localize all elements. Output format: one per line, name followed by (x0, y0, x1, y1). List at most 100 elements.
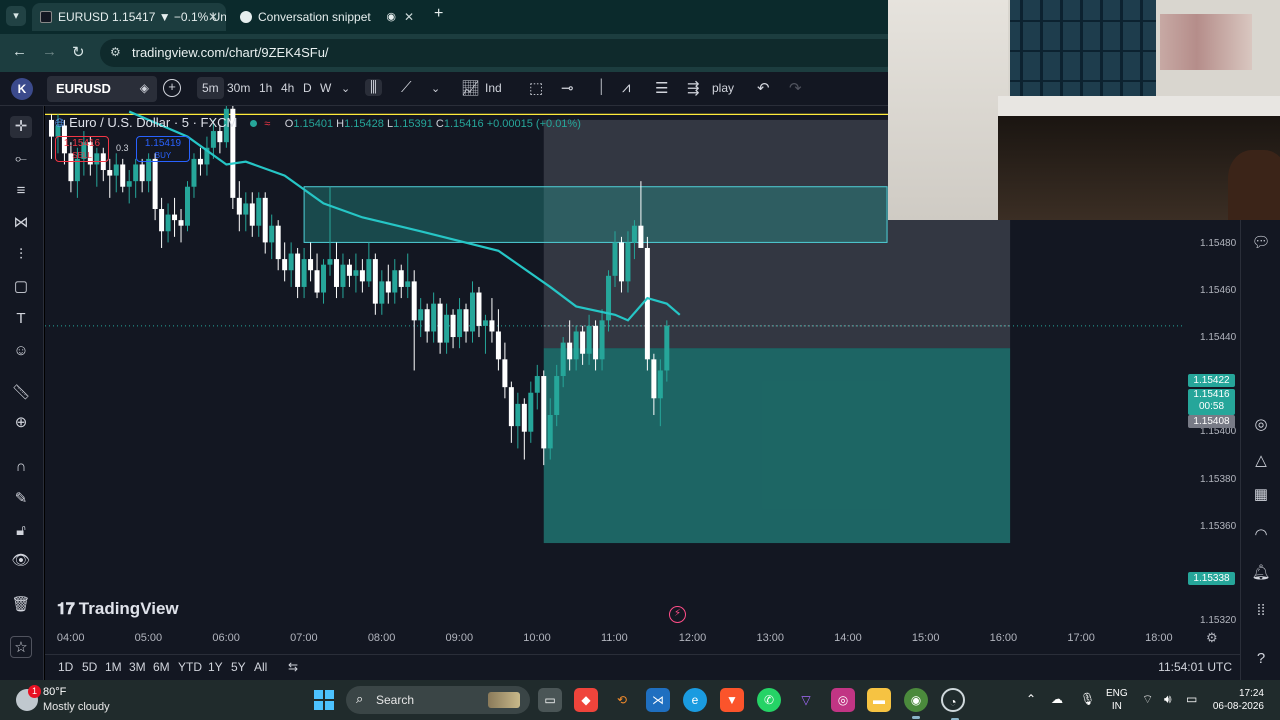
chrome-icon[interactable]: ◉ (904, 688, 928, 719)
avatar[interactable]: K (11, 78, 33, 100)
utc-clock[interactable]: 11:54:01 UTC (1158, 660, 1232, 674)
indicators-icon[interactable]: 📈︎ (461, 79, 480, 97)
range-3m[interactable]: 3M (129, 660, 146, 674)
task-view-icon[interactable]: ▭ (538, 688, 562, 712)
horizontal-ray-icon[interactable]: ⊸ (561, 79, 574, 97)
calendar-icon[interactable]: ▦ (1250, 484, 1272, 506)
url-field[interactable]: ⚙ tradingview.com/chart/9ZEK4SFu/ (100, 39, 900, 67)
help-icon[interactable]: ? (1250, 648, 1272, 670)
wifi-icon[interactable]: ⌔ (1142, 692, 1153, 707)
indicators-button[interactable]: Ind (485, 81, 502, 95)
undo-icon[interactable]: ↶ (757, 79, 770, 97)
trash-icon[interactable]: 🗑︎ (10, 594, 32, 616)
system-clock[interactable]: 17:24 06-08-2026 (1210, 687, 1264, 713)
range-1m[interactable]: 1M (105, 660, 122, 674)
timeframe-4h[interactable]: 4h (281, 81, 294, 95)
tray-overflow-icon[interactable]: ⌃ (1026, 692, 1036, 706)
redo-icon[interactable]: ↷ (789, 79, 802, 97)
pencil-icon[interactable]: ✎ (10, 488, 32, 510)
eye-icon[interactable]: 👁︎ (10, 550, 32, 572)
close-tab-icon[interactable]: ✕ (404, 3, 414, 31)
candle-body (321, 264, 327, 293)
range-5d[interactable]: 5D (82, 660, 97, 674)
timeframe-d[interactable]: D (303, 81, 312, 95)
pattern-icon[interactable]: ⋈ (10, 212, 32, 234)
fib-tool-icon[interactable]: ☰ (655, 79, 668, 97)
style-dropdown-icon[interactable]: ⌄ (431, 82, 440, 95)
weather-temperature[interactable]: 80°F (43, 686, 66, 698)
timeframe-1h[interactable]: 1h (259, 81, 272, 95)
signals-icon[interactable]: ◠ (1250, 524, 1272, 546)
watchlist-star-icon[interactable]: ☆ (10, 636, 32, 658)
target-icon[interactable]: ◎ (1250, 414, 1272, 436)
path-tool-icon[interactable]: ⩘ (622, 79, 630, 96)
rectangle-tool-icon[interactable]: ⬚ (529, 79, 543, 97)
site-info-icon[interactable]: ⚙ (110, 45, 121, 59)
range-1d[interactable]: 1D (58, 660, 73, 674)
chat-icon[interactable]: 💬︎ (1250, 232, 1272, 254)
volume-icon[interactable]: 🔊︎ (1164, 692, 1172, 707)
file-explorer-icon[interactable]: ▬ (867, 688, 891, 712)
range-ytd[interactable]: YTD (178, 660, 202, 674)
open-value: 1.15401 (293, 118, 334, 130)
buy-button[interactable]: 1.15419 BUY (136, 136, 190, 162)
apps-grid-icon[interactable]: ⁞⁞ (1250, 600, 1272, 622)
back-icon[interactable]: ← (12, 43, 27, 60)
instagram-icon[interactable]: ◎ (831, 688, 855, 712)
geometric-shapes-icon[interactable]: ▢ (10, 276, 32, 298)
range-6m[interactable]: 6M (153, 660, 170, 674)
range-1y[interactable]: 1Y (208, 660, 223, 674)
magnet-icon[interactable]: ∩ (10, 456, 32, 478)
emoji-icon[interactable]: ☺ (10, 340, 32, 362)
anydesk-icon[interactable]: ◆ (574, 688, 598, 712)
microphone-icon[interactable]: 🎙︎ (1080, 692, 1095, 706)
forecast-icon[interactable]: ⫶ (10, 244, 32, 266)
timeframe-dropdown-icon[interactable]: ⌄ (341, 82, 350, 95)
range-all[interactable]: All (254, 660, 267, 674)
forward-icon[interactable]: → (42, 43, 57, 60)
language-indicator[interactable]: ENG IN (1106, 687, 1128, 713)
timeframe-30m[interactable]: 30m (227, 81, 250, 95)
trend-line-icon[interactable]: ⟜ (10, 148, 32, 170)
ruler-icon[interactable]: 📏︎ (10, 382, 32, 404)
tab-search-icon[interactable]: ▾ (6, 6, 26, 26)
new-tab-icon[interactable]: + (434, 5, 443, 23)
taskbar-search[interactable]: ⌕ Search (346, 686, 530, 714)
replay-button[interactable]: play (712, 81, 734, 95)
battery-icon[interactable]: ▭ (1186, 692, 1197, 706)
close-tab-icon[interactable]: ✕ (208, 3, 218, 31)
brave-icon[interactable]: ▼ (720, 688, 744, 712)
go-to-date-icon[interactable]: ⇆ (288, 660, 298, 674)
weather-description[interactable]: Mostly cloudy (43, 701, 110, 713)
proton-vpn-icon[interactable]: ▽ (794, 688, 818, 712)
chrome-profile-icon[interactable]: ◔ (941, 688, 965, 720)
range-5y[interactable]: 5Y (231, 660, 246, 674)
edge-icon[interactable]: e (683, 688, 707, 712)
onedrive-icon[interactable]: ☁ (1051, 692, 1063, 706)
line-style-icon[interactable]: ⟋ (401, 79, 412, 96)
vscode-icon[interactable]: ⋊ (646, 688, 670, 712)
sell-button[interactable]: 1.15416 SELL (55, 136, 109, 162)
replay-icon[interactable]: ⇶ (687, 79, 700, 97)
compare-symbol-icon[interactable]: + (163, 79, 181, 97)
crosshair-icon[interactable]: ✛ (10, 116, 32, 138)
reload-icon[interactable]: ↻ (72, 43, 85, 61)
candle-style-icon[interactable]: ⫼ (365, 79, 382, 96)
lock-icon[interactable]: 🔓︎ (10, 520, 32, 542)
whatsapp-icon[interactable]: ✆ (757, 688, 781, 712)
flow-app-icon[interactable]: ⟲ (610, 688, 634, 712)
chart-settings-icon[interactable]: ⚙ (1206, 630, 1218, 646)
symbol-search[interactable]: EURUSD ◈ (47, 76, 157, 102)
tab-eurusd[interactable]: EURUSD 1.15417 ▼ −0.1% Unn ✕ (32, 3, 226, 31)
fib-retracement-icon[interactable]: ≡ (10, 180, 32, 202)
tab-conversation-snippet[interactable]: Conversation snippet ◉ ✕ (232, 3, 422, 31)
vertical-line-icon[interactable]: ⏐ (597, 79, 606, 96)
ideas-icon[interactable]: △ (1250, 450, 1272, 472)
alerts-bell-icon[interactable]: 🔔︎ (1250, 562, 1272, 584)
lightning-icon[interactable]: ⚡︎ (669, 606, 686, 623)
windows-start-icon[interactable] (314, 690, 334, 710)
zoom-icon[interactable]: ⊕ (10, 412, 32, 434)
timeframe-5m[interactable]: 5m (197, 77, 224, 99)
timeframe-w[interactable]: W (320, 81, 331, 95)
text-tool-icon[interactable]: T (10, 308, 32, 330)
